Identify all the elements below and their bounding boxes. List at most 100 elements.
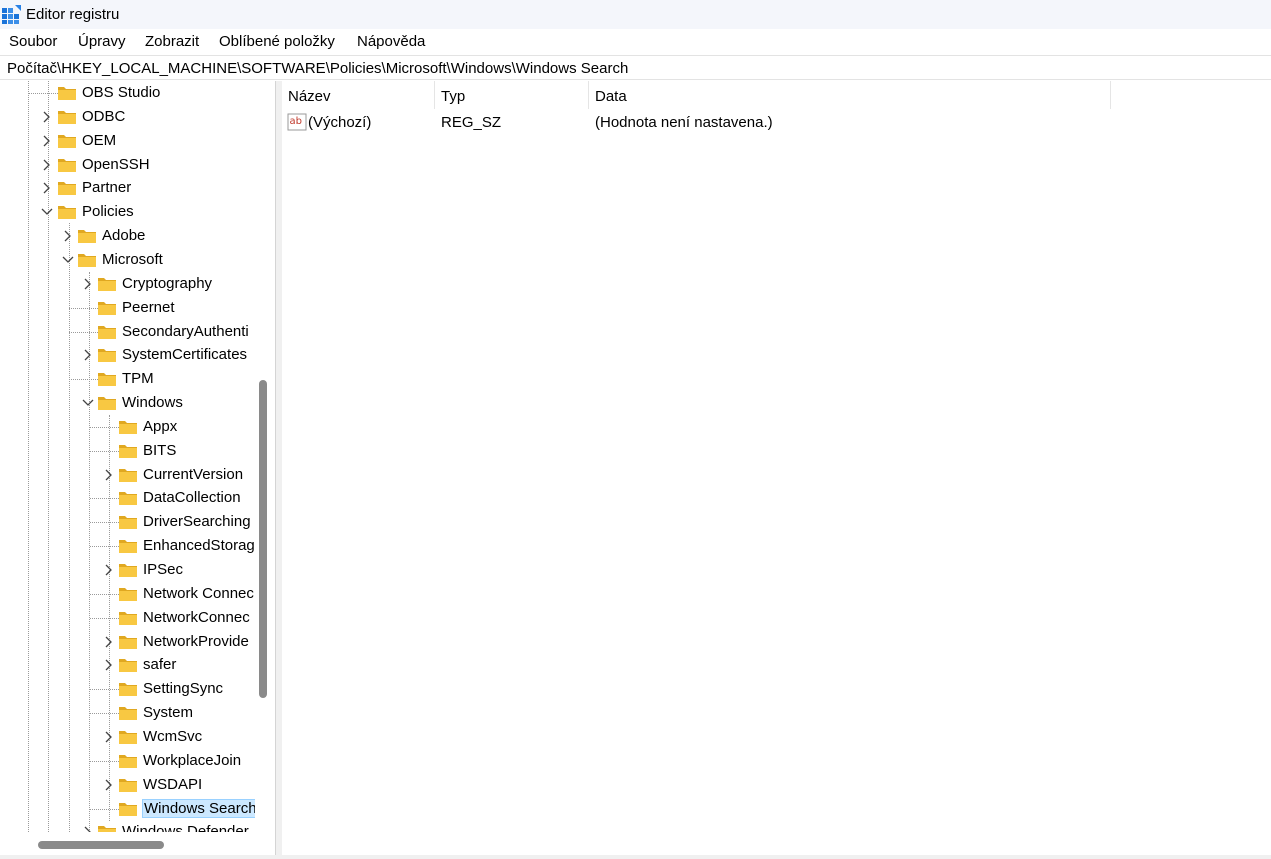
folder-icon bbox=[119, 754, 137, 768]
folder-icon bbox=[78, 230, 96, 244]
tree-item-label: OpenSSH bbox=[82, 155, 150, 173]
tree-item-label: IPSec bbox=[143, 561, 184, 578]
tree-item-networkconnec[interactable]: NetworkConnec bbox=[0, 607, 255, 629]
tree-item-currentversion[interactable]: CurrentVersion bbox=[0, 464, 255, 486]
key-tree-pane[interactable]: OBS Studio ODBC OEM OpenSSH Partner Policies A… bbox=[0, 81, 276, 859]
tree-item-obs-studio[interactable]: OBS Studio bbox=[0, 82, 255, 104]
folder-icon bbox=[98, 397, 116, 411]
chevron-right-icon[interactable] bbox=[102, 657, 116, 673]
tree-item-label: Partner bbox=[82, 179, 132, 197]
tree-connector bbox=[90, 546, 119, 548]
tree-item-peernet[interactable]: Peernet bbox=[0, 297, 255, 319]
chevron-right-icon[interactable] bbox=[81, 824, 95, 832]
tree-item-secondaryauthenti[interactable]: SecondaryAuthenti bbox=[0, 321, 255, 343]
tree-item-network-connec[interactable]: Network Connec bbox=[0, 583, 255, 605]
tree-item-label: DataCollection bbox=[143, 489, 241, 507]
chevron-right-icon[interactable] bbox=[81, 347, 95, 363]
tree-item-driversearching[interactable]: DriverSearching bbox=[0, 511, 255, 533]
tree-item-label: SystemCertificates bbox=[122, 346, 248, 364]
folder-icon bbox=[119, 802, 137, 816]
tree-item-bits[interactable]: BITS bbox=[0, 440, 255, 462]
tree-item-partner[interactable]: Partner bbox=[0, 177, 255, 199]
chevron-right-icon[interactable] bbox=[40, 180, 54, 196]
tree-horizontal-scroll-thumb[interactable] bbox=[38, 841, 164, 849]
folder-icon bbox=[119, 492, 137, 506]
tree-item-openssh[interactable]: OpenSSH bbox=[0, 154, 255, 176]
folder-icon bbox=[119, 516, 137, 530]
tree-connector bbox=[69, 379, 98, 381]
chevron-down-icon[interactable] bbox=[81, 395, 95, 411]
tree-item-tpm[interactable]: TPM bbox=[0, 368, 255, 390]
tree-item-datacollection[interactable]: DataCollection bbox=[0, 487, 255, 509]
tree-item-oem[interactable]: OEM bbox=[0, 130, 255, 152]
menu-zobrazit[interactable]: Zobrazit bbox=[145, 33, 199, 50]
chevron-right-icon[interactable] bbox=[102, 729, 116, 745]
chevron-right-icon[interactable] bbox=[61, 228, 75, 244]
tree-item-cryptography[interactable]: Cryptography bbox=[0, 273, 255, 295]
chevron-right-icon[interactable] bbox=[40, 157, 54, 173]
tree-item-networkprovide[interactable]: NetworkProvide bbox=[0, 631, 255, 653]
folder-icon bbox=[58, 158, 76, 172]
title-bar: Editor registru bbox=[0, 0, 1271, 29]
address-bar[interactable]: Počítač\HKEY_LOCAL_MACHINE\SOFTWARE\Poli… bbox=[0, 55, 1271, 80]
chevron-right-icon[interactable] bbox=[40, 109, 54, 125]
tree-item-label: OEM bbox=[82, 131, 117, 149]
svg-text:ab: ab bbox=[290, 116, 302, 127]
chevron-right-icon[interactable] bbox=[40, 133, 54, 149]
column-header-name[interactable]: Název bbox=[282, 81, 435, 109]
chevron-down-icon[interactable] bbox=[61, 252, 75, 268]
value-type: REG_SZ bbox=[441, 114, 502, 131]
tree-item-workplacejoin[interactable]: WorkplaceJoin bbox=[0, 750, 255, 772]
tree-item-ipsec[interactable]: IPSec bbox=[0, 559, 255, 581]
chevron-right-icon[interactable] bbox=[102, 467, 116, 483]
folder-icon bbox=[98, 277, 116, 291]
tree-item-label: WSDAPI bbox=[143, 775, 203, 793]
tree-item-wsdapi[interactable]: WSDAPI bbox=[0, 774, 255, 796]
chevron-right-icon[interactable] bbox=[102, 562, 116, 578]
folder-icon bbox=[119, 778, 137, 792]
column-header-data[interactable]: Data bbox=[589, 81, 1111, 109]
tree-item-adobe[interactable]: Adobe bbox=[0, 225, 255, 247]
address-path[interactable]: Počítač\HKEY_LOCAL_MACHINE\SOFTWARE\Poli… bbox=[7, 60, 628, 77]
folder-icon bbox=[98, 325, 116, 339]
folder-icon bbox=[58, 134, 76, 148]
tree-item-label: NetworkConnec bbox=[143, 608, 250, 626]
folder-icon bbox=[119, 420, 137, 434]
tree-item-windows[interactable]: Windows bbox=[0, 392, 255, 414]
tree-item-enhancedstorag[interactable]: EnhancedStorag bbox=[0, 535, 255, 557]
tree-vertical-scroll-thumb[interactable] bbox=[259, 380, 267, 698]
tree-item-windows-search[interactable]: Windows Search bbox=[0, 798, 255, 820]
tree-item-settingsync[interactable]: SettingSync bbox=[0, 678, 255, 700]
menu-upravy[interactable]: Úpravy bbox=[78, 33, 126, 50]
folder-icon bbox=[58, 110, 76, 124]
tree-item-microsoft[interactable]: Microsoft bbox=[0, 249, 255, 271]
tree-item-label: Windows bbox=[122, 394, 183, 412]
tree-connector bbox=[90, 426, 119, 428]
folder-icon bbox=[119, 540, 137, 554]
column-header-type[interactable]: Typ bbox=[435, 81, 589, 109]
folder-icon bbox=[119, 635, 137, 649]
values-pane[interactable]: Název Typ Data ab (Výchozí) REG_SZ (Hodnota… bbox=[282, 81, 1271, 859]
tree-item-odbc[interactable]: ODBC bbox=[0, 106, 255, 128]
tree-item-safer[interactable]: safer bbox=[0, 654, 255, 676]
tree-item-systemcertificates[interactable]: SystemCertificates bbox=[0, 344, 255, 366]
folder-icon bbox=[119, 444, 137, 458]
chevron-down-icon[interactable] bbox=[40, 204, 54, 220]
tree-item-label: ODBC bbox=[82, 107, 126, 125]
chevron-right-icon[interactable] bbox=[102, 777, 116, 793]
tree-item-label: Peernet bbox=[122, 298, 175, 316]
value-row[interactable]: ab (Výchozí) REG_SZ (Hodnota není nastavena… bbox=[282, 111, 1111, 133]
menu-soubor[interactable]: Soubor bbox=[9, 33, 57, 50]
folder-icon bbox=[119, 730, 137, 744]
menu-oblibene-polozky[interactable]: Oblíbené položky bbox=[219, 33, 335, 50]
tree-item-appx[interactable]: Appx bbox=[0, 416, 255, 438]
tree-item-policies[interactable]: Policies bbox=[0, 201, 255, 223]
chevron-right-icon[interactable] bbox=[81, 276, 95, 292]
tree-item-wcmsvc[interactable]: WcmSvc bbox=[0, 726, 255, 748]
chevron-right-icon[interactable] bbox=[102, 634, 116, 650]
tree-item-windows-defender[interactable]: Windows Defender bbox=[0, 821, 255, 832]
tree-connector bbox=[90, 713, 119, 715]
tree-item-system[interactable]: System bbox=[0, 702, 255, 724]
tree-item-label: Network Connec bbox=[143, 584, 254, 602]
menu-napoveda[interactable]: Nápověda bbox=[357, 33, 425, 50]
